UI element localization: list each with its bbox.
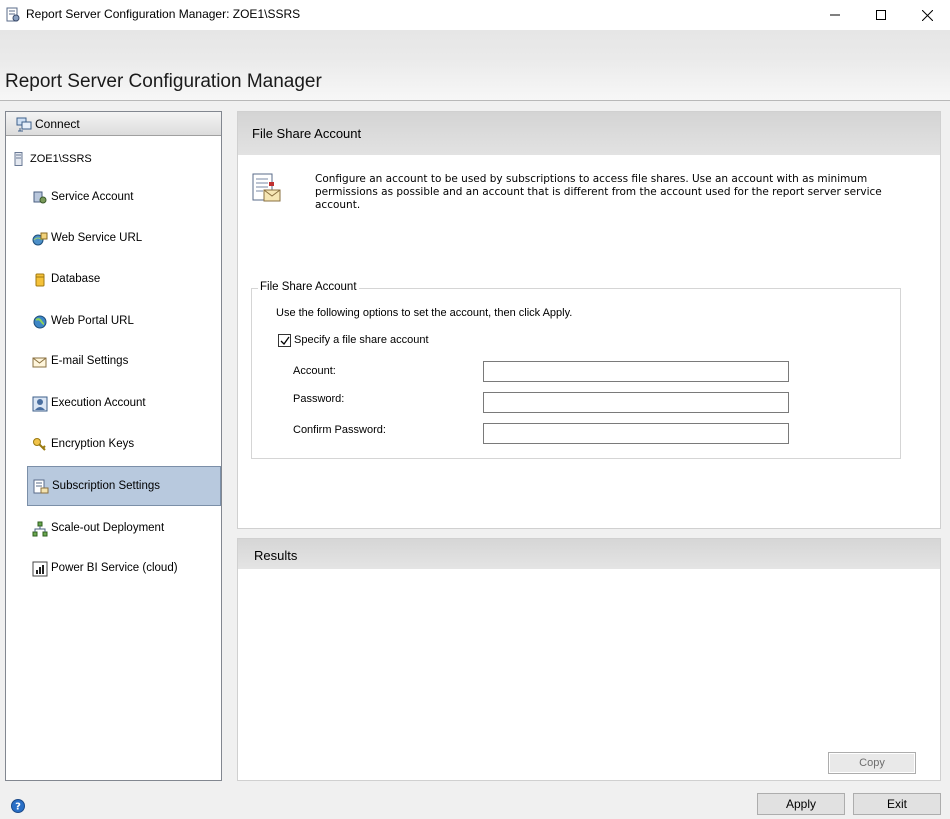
results-header-title: Results — [254, 548, 298, 563]
nav-item-label: Subscription Settings — [52, 480, 161, 492]
account-input[interactable] — [483, 361, 789, 382]
connect-icon — [16, 117, 32, 132]
nav-item-email-settings[interactable]: E-mail Settings — [27, 342, 221, 382]
execution-account-icon — [32, 396, 48, 412]
window-title: Report Server Configuration Manager: ZOE… — [26, 7, 301, 21]
minimize-icon — [830, 14, 840, 16]
results-panel: Results Copy — [237, 538, 941, 781]
subscription-document-icon — [252, 173, 281, 202]
group-hint: Use the following options to set the acc… — [276, 307, 573, 319]
nav-item-web-service-url[interactable]: Web Service URL — [27, 219, 221, 259]
password-input[interactable] — [483, 392, 789, 413]
title-bar: Report Server Configuration Manager: ZOE… — [0, 0, 950, 30]
panel-description: Configure an account to be used by subsc… — [315, 173, 882, 211]
database-icon — [35, 273, 45, 287]
panel-header-title: File Share Account — [252, 126, 362, 141]
confirm-password-input[interactable] — [483, 423, 789, 444]
maximize-button[interactable] — [858, 0, 904, 30]
service-account-icon — [33, 191, 47, 204]
file-share-account-group: File Share Account Use the following opt… — [251, 281, 901, 459]
close-button[interactable] — [904, 0, 950, 30]
group-legend: File Share Account — [258, 281, 359, 293]
specify-file-share-account-label[interactable]: Specify a file share account — [294, 334, 429, 346]
connect-button[interactable]: Connect — [6, 112, 221, 136]
nav-item-label: Web Portal URL — [51, 315, 134, 327]
apply-button[interactable]: Apply — [757, 793, 845, 815]
minimize-button[interactable] — [812, 0, 858, 30]
web-service-url-icon — [32, 232, 48, 246]
connect-label: Connect — [35, 117, 80, 131]
nav-item-label: Encryption Keys — [51, 438, 135, 450]
nav-item-service-account[interactable]: Service Account — [27, 178, 221, 218]
confirm-password-label: Confirm Password: — [293, 424, 386, 436]
nav-item-label: Power BI Service (cloud) — [51, 562, 178, 574]
password-label: Password: — [293, 393, 345, 405]
nav-item-label: Database — [51, 273, 101, 285]
keys-icon — [33, 438, 46, 451]
file-share-account-panel: File Share Account Configure an account … — [237, 111, 941, 529]
nav-item-execution-account[interactable]: Execution Account — [27, 384, 221, 424]
globe-icon — [33, 315, 47, 329]
nav-item-label: Service Account — [51, 191, 134, 203]
nav-item-label: Execution Account — [51, 397, 146, 409]
app-header-title: Report Server Configuration Manager — [5, 71, 322, 92]
nav-item-power-bi-service[interactable]: Power BI Service (cloud) — [27, 549, 221, 589]
nav-item-database[interactable]: Database — [27, 260, 221, 300]
email-icon — [32, 357, 47, 368]
nav-item-label: Web Service URL — [51, 232, 143, 244]
checkmark-icon — [280, 336, 290, 346]
power-bi-icon — [32, 561, 48, 577]
nav-item-web-portal-url[interactable]: Web Portal URL — [27, 302, 221, 342]
maximize-icon — [876, 10, 886, 20]
nav-item-subscription-settings[interactable]: Subscription Settings — [27, 466, 221, 506]
help-icon[interactable]: ? — [11, 799, 25, 813]
navigation-pane: Connect ZOE1\SSRS Service Account Web Se… — [5, 111, 222, 781]
svg-text:?: ? — [15, 802, 21, 813]
specify-file-share-account-checkbox[interactable] — [278, 334, 291, 347]
nav-item-label: Scale-out Deployment — [51, 522, 165, 534]
server-icon — [14, 152, 23, 166]
nav-item-encryption-keys[interactable]: Encryption Keys — [27, 425, 221, 465]
panel-header: File Share Account — [238, 112, 940, 155]
results-header: Results — [238, 539, 940, 569]
exit-button[interactable]: Exit — [853, 793, 941, 815]
nav-item-scale-out-deployment[interactable]: Scale-out Deployment — [27, 509, 221, 549]
nav-item-label: E-mail Settings — [51, 355, 129, 367]
copy-button[interactable]: Copy — [828, 752, 916, 774]
subscription-icon — [33, 479, 49, 494]
app-header: Report Server Configuration Manager — [0, 30, 950, 101]
account-label: Account: — [293, 365, 336, 377]
scale-out-icon — [32, 521, 48, 537]
close-icon — [921, 9, 933, 21]
server-label: ZOE1\SSRS — [30, 153, 92, 165]
app-icon — [6, 7, 20, 22]
